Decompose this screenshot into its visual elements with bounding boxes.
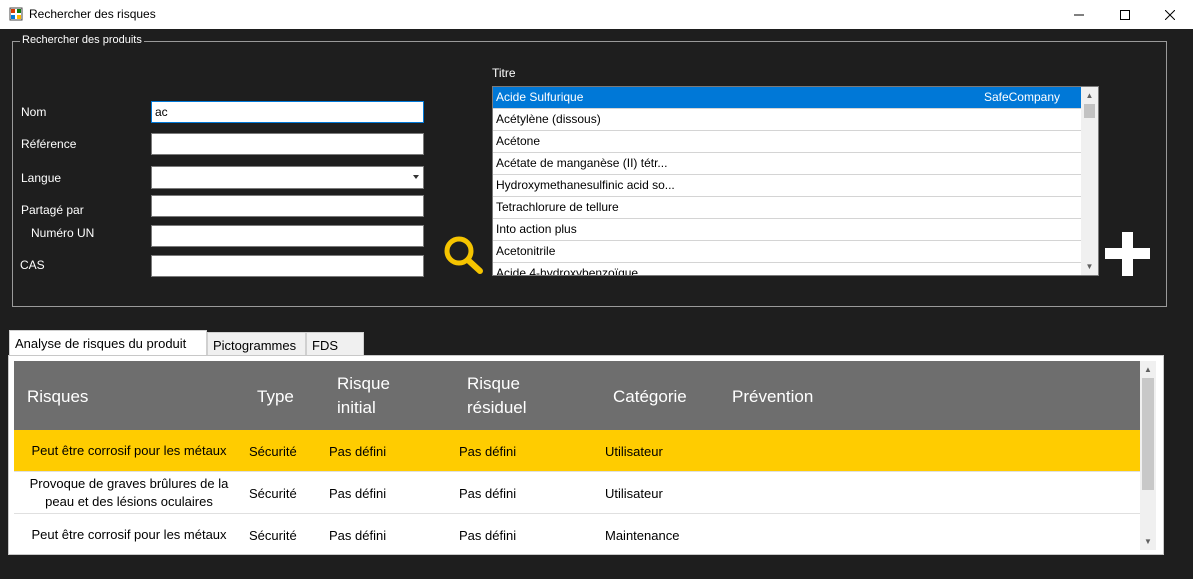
langue-label: Langue [21, 171, 62, 185]
partage-par-input[interactable] [151, 195, 424, 217]
cas-input[interactable] [151, 255, 424, 277]
partage-par-label: Partagé par [21, 203, 84, 217]
list-item-title: Acetonitrile [496, 244, 556, 258]
scrollbar-thumb[interactable] [1084, 104, 1095, 118]
cas-label: CAS [20, 258, 45, 272]
search-groupbox-legend: Rechercher des produits [20, 34, 144, 46]
grid-header: Risques Type Risque initial Risque résid… [14, 361, 1140, 430]
tab-pictogrammes[interactable]: Pictogrammes [207, 332, 306, 356]
list-item-title: Acétone [496, 134, 541, 148]
header-risque-residuel[interactable]: Risque résiduel [467, 372, 527, 420]
title-bar: Rechercher des risques [0, 0, 1193, 29]
tab-analyse-risques[interactable]: Analyse de risques du produit [9, 330, 207, 356]
scrollbar-thumb[interactable] [1142, 378, 1154, 490]
cell-risque-residuel: Pas défini [459, 485, 517, 501]
cell-type: Sécurité [249, 443, 297, 459]
table-row[interactable]: Provoque de graves brûlures de la peau e… [14, 472, 1140, 514]
chevron-down-icon [413, 175, 419, 179]
tab-fds[interactable]: FDS [306, 332, 364, 356]
maximize-button[interactable] [1102, 0, 1148, 29]
list-item[interactable]: Acétone [493, 131, 1082, 153]
header-categorie[interactable]: Catégorie [613, 385, 687, 409]
list-item-title: Tetrachlorure de tellure [496, 200, 619, 214]
results-list[interactable]: Acide Sulfurique SafeCompany Acétylène (… [492, 86, 1099, 276]
list-item[interactable]: Tetrachlorure de tellure [493, 197, 1082, 219]
minimize-icon [1074, 14, 1084, 15]
cell-risque: Provoque de graves brûlures de la peau e… [29, 476, 229, 509]
scroll-up-icon[interactable]: ▲ [1140, 361, 1156, 378]
close-icon [1165, 9, 1175, 20]
header-risque-initial-line1: Risque [337, 374, 390, 393]
scroll-down-icon[interactable]: ▼ [1081, 258, 1098, 275]
list-item[interactable]: Acide Sulfurique SafeCompany [493, 87, 1082, 109]
scroll-down-icon[interactable]: ▼ [1140, 533, 1156, 550]
list-item-title: Acétate de manganèse (II) tétr... [496, 156, 668, 170]
search-icon[interactable] [443, 235, 485, 275]
header-prevention[interactable]: Prévention [732, 385, 813, 409]
list-item[interactable]: Acétylène (dissous) [493, 109, 1082, 131]
header-risque-residuel-line2: résiduel [467, 398, 527, 417]
maximize-icon [1120, 9, 1130, 20]
grid-scrollbar[interactable]: ▲ ▼ [1140, 361, 1156, 550]
numero-un-label: Numéro UN [31, 226, 95, 240]
plus-icon[interactable] [1105, 232, 1150, 276]
list-item[interactable]: Hydroxymethanesulfinic acid so... [493, 175, 1082, 197]
list-item-title: Acétylène (dissous) [496, 112, 601, 126]
cell-risque: Peut être corrosif pour les métaux [31, 527, 227, 542]
header-risques[interactable]: Risques [27, 385, 88, 409]
nom-input[interactable] [151, 101, 424, 123]
list-item-company: SafeCompany [983, 90, 1060, 104]
cell-categorie: Maintenance [605, 527, 680, 543]
table-row[interactable]: Peut être corrosif pour les métaux Sécur… [14, 430, 1140, 472]
list-item[interactable]: Acétate de manganèse (II) tétr... [493, 153, 1082, 175]
numero-un-input[interactable] [151, 225, 424, 247]
cell-risque-initial: Pas défini [329, 527, 387, 543]
table-row[interactable]: Peut être corrosif pour les métaux Sécur… [14, 514, 1140, 550]
header-type[interactable]: Type [257, 385, 294, 409]
cell-risque: Peut être corrosif pour les métaux [31, 443, 227, 458]
scroll-up-icon[interactable]: ▲ [1081, 87, 1098, 104]
list-item[interactable]: Acide 4-hydroxybenzoïque [493, 263, 1082, 276]
results-scrollbar[interactable]: ▲ ▼ [1081, 87, 1098, 275]
list-item-title: Acide Sulfurique [496, 90, 584, 104]
header-risque-initial[interactable]: Risque initial [337, 372, 390, 420]
langue-select[interactable] [151, 166, 424, 189]
app-icon [9, 7, 23, 21]
list-item-title: Hydroxymethanesulfinic acid so... [496, 178, 675, 192]
minimize-button[interactable] [1056, 0, 1102, 29]
cell-categorie: Utilisateur [605, 485, 663, 501]
cell-risque-initial: Pas défini [329, 443, 387, 459]
list-item[interactable]: Into action plus [493, 219, 1082, 241]
reference-input[interactable] [151, 133, 424, 155]
nom-label: Nom [21, 105, 47, 119]
cell-risque-initial: Pas défini [329, 485, 387, 501]
header-risque-initial-line2: initial [337, 398, 376, 417]
cell-categorie: Utilisateur [605, 443, 663, 459]
list-item[interactable]: Acetonitrile [493, 241, 1082, 263]
close-button[interactable] [1147, 0, 1193, 29]
window-title: Rechercher des risques [29, 7, 156, 21]
list-item-title: Acide 4-hydroxybenzoïque [496, 266, 639, 276]
risks-grid[interactable]: Risques Type Risque initial Risque résid… [14, 361, 1156, 550]
cell-type: Sécurité [249, 485, 297, 501]
reference-label: Référence [21, 137, 77, 151]
results-label: Titre [492, 66, 516, 80]
cell-risque-residuel: Pas défini [459, 443, 517, 459]
cell-type: Sécurité [249, 527, 297, 543]
header-risque-residuel-line1: Risque [467, 374, 520, 393]
cell-risque-residuel: Pas défini [459, 527, 517, 543]
list-item-title: Into action plus [496, 222, 577, 236]
